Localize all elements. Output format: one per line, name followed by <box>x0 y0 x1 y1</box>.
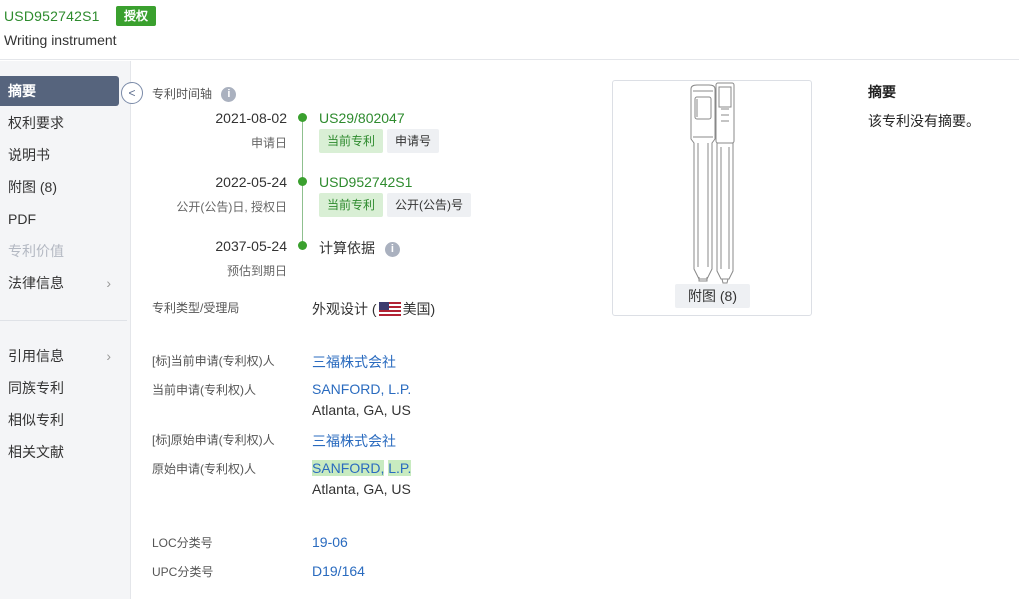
publication-number-link[interactable]: USD952742S1 <box>319 174 412 190</box>
std-original-assignee-label: [标]原始申请(专利权)人 <box>152 433 275 447</box>
us-flag-icon <box>378 302 401 316</box>
sidebar-item-patent-value: 专利价值 <box>8 243 64 259</box>
sidebar-nav: 摘要 权利要求 说明书 附图 (8) PDF 专利价值 法律信息 › 引用信息 … <box>0 61 131 599</box>
sidebar-item-abstract[interactable]: 摘要 <box>0 76 119 106</box>
sidebar-item-label: 引用信息 <box>8 348 64 364</box>
abstract-text: 该专利没有摘要。 <box>868 113 980 129</box>
abstract-title: 摘要 <box>868 84 896 100</box>
info-icon[interactable]: i <box>221 87 237 103</box>
calculation-basis: 计算依据 i <box>319 238 400 258</box>
original-assignee-label: 原始申请(专利权)人 <box>152 462 256 476</box>
calculation-basis-label: 计算依据 <box>319 240 375 256</box>
timeline-date: 2037-05-24 <box>215 238 287 254</box>
sidebar-item-label: 法律信息 <box>8 275 64 291</box>
timeline-title: 专利时间轴 i <box>152 85 237 103</box>
current-assignee-label: 当前申请(专利权)人 <box>152 383 256 397</box>
collapse-sidebar-button[interactable]: < <box>121 82 143 104</box>
application-number-link[interactable]: US29/802047 <box>319 110 405 126</box>
info-icon[interactable]: i <box>384 241 400 257</box>
current-patent-tag: 当前专利 <box>319 193 384 217</box>
application-number-tag[interactable]: 申请号 <box>387 129 440 153</box>
timeline-date: 2021-08-02 <box>215 110 287 126</box>
timeline-dot <box>298 177 307 186</box>
patent-type-value: 外观设计 ( 美国) <box>312 299 435 319</box>
patent-type-label: 专利类型/受理局 <box>152 301 240 315</box>
timeline-date-label: 申请日 <box>250 136 287 150</box>
sidebar-item-related-docs[interactable]: 相关文献 <box>0 437 119 467</box>
loc-link[interactable]: 19-06 <box>312 534 348 550</box>
sidebar-item-citations[interactable]: 引用信息 › <box>0 341 119 371</box>
chevron-right-icon: › <box>106 275 111 291</box>
std-current-assignee-label: [标]当前申请(专利权)人 <box>152 354 275 368</box>
patent-header: USD952742S1 授权 Writing instrument <box>0 0 1019 60</box>
country-text: 美国) <box>402 301 436 317</box>
timeline-date: 2022-05-24 <box>215 174 287 190</box>
original-assignee-address: Atlanta, GA, US <box>312 481 411 497</box>
timeline-date-label: 公开(公告)日, 授权日 <box>176 200 287 214</box>
upc-link[interactable]: D19/164 <box>312 563 365 579</box>
std-original-assignee-link[interactable]: 三福株式会社 <box>312 431 396 451</box>
sidebar-item-pdf[interactable]: PDF <box>0 204 119 234</box>
highlighted-text: SANFORD, <box>312 460 385 476</box>
sidebar-item-description[interactable]: 说明书 <box>0 140 119 170</box>
sidebar-item-legal-info[interactable]: 法律信息 › <box>0 268 119 298</box>
timeline-title-text: 专利时间轴 <box>152 87 213 101</box>
current-assignee-address: Atlanta, GA, US <box>312 402 411 418</box>
upc-label: UPC分类号 <box>152 565 214 579</box>
highlighted-text: L.P. <box>388 460 412 476</box>
loc-label: LOC分类号 <box>152 536 213 550</box>
chevron-right-icon: › <box>106 348 111 364</box>
sidebar-item-similar[interactable]: 相似专利 <box>0 405 119 435</box>
publication-number-tag[interactable]: 公开(公告)号 <box>387 193 471 217</box>
sidebar-item-claims[interactable]: 权利要求 <box>0 108 119 138</box>
figure-preview[interactable] <box>612 80 812 316</box>
chevron-left-icon: < <box>128 86 136 100</box>
original-assignee-link[interactable]: SANFORD, L.P. <box>312 460 412 476</box>
sidebar-item-figures[interactable]: 附图 (8) <box>0 172 119 202</box>
patent-title: Writing instrument <box>4 32 117 48</box>
sidebar-item-family[interactable]: 同族专利 <box>0 373 119 403</box>
timeline-date-label: 预估到期日 <box>226 264 287 278</box>
figures-count-button[interactable]: 附图 (8) <box>675 284 750 308</box>
pen-drawing-image <box>690 82 735 284</box>
current-patent-tag: 当前专利 <box>319 129 384 153</box>
patent-type-text: 外观设计 ( <box>312 301 377 317</box>
patent-number: USD952742S1 <box>4 8 100 24</box>
current-assignee-link[interactable]: SANFORD, L.P. <box>312 381 411 397</box>
std-current-assignee-link[interactable]: 三福株式会社 <box>312 352 396 372</box>
sidebar-divider <box>0 320 127 321</box>
timeline-dot <box>298 113 307 122</box>
timeline-dot <box>298 241 307 250</box>
status-badge: 授权 <box>116 6 157 26</box>
